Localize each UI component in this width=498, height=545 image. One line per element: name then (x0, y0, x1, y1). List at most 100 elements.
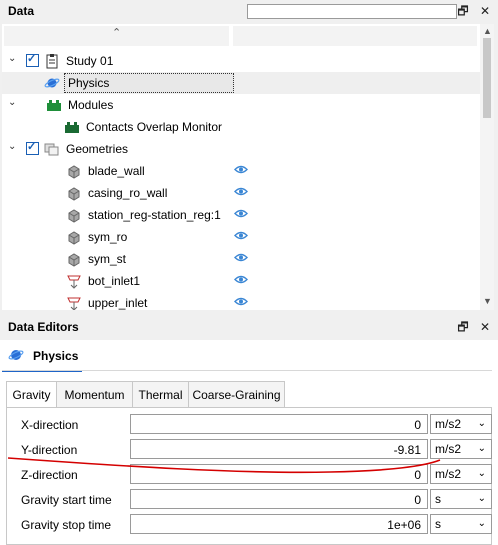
unit-value: s (435, 492, 441, 506)
visibility-checkbox[interactable] (26, 52, 39, 67)
tree-item-label: blade_wall (88, 164, 145, 178)
subtab-label: Coarse-Graining (192, 388, 281, 402)
tab-physics[interactable]: Physics (2, 340, 82, 372)
tab-divider (2, 370, 492, 371)
tree-item-label: bot_inlet1 (88, 274, 141, 288)
tree-column-header[interactable]: ⌃ (4, 26, 229, 46)
tree-scrollbar[interactable]: ▲ ▼ (480, 24, 494, 310)
gravity-stop-time-input[interactable]: 1e+06 (130, 514, 428, 534)
unit-value: m/s2 (435, 442, 462, 456)
field-label: Y-direction (21, 443, 78, 457)
chevron-down-icon: ⌄ (477, 418, 486, 429)
data-tree: ⌃ ⌄ Study 01 Physics ⌄ Modules Contacts Overl… (2, 24, 480, 310)
eye-visibility-icon[interactable] (234, 253, 248, 262)
stop-time-unit-select[interactable]: s ⌄ (430, 514, 492, 534)
tree-column-header-2[interactable] (233, 26, 477, 46)
tree-item-label: Contacts Overlap Monitor (86, 120, 223, 134)
restore-window-icon[interactable]: 🗗 (456, 320, 470, 334)
z-unit-select[interactable]: m/s2 ⌄ (430, 464, 492, 484)
tree-item-label: Geometries (66, 142, 129, 156)
subtab-coarse-graining[interactable]: Coarse-Graining (188, 381, 285, 408)
z-direction-input[interactable]: 0 (130, 464, 428, 484)
tree-item[interactable]: Physics (2, 72, 480, 94)
field-row-start-time: Gravity start time 0 s ⌄ (13, 489, 493, 511)
tree-item-label: sym_ro (88, 230, 128, 244)
scroll-up-icon[interactable]: ▲ (483, 26, 492, 36)
y-direction-input[interactable]: -9.81 (130, 439, 428, 459)
tree-item[interactable]: Contacts Overlap Monitor (2, 116, 480, 138)
unit-value: m/s2 (435, 417, 462, 431)
gravity-start-time-input[interactable]: 0 (130, 489, 428, 509)
tree-item-label: Physics (64, 73, 234, 93)
x-direction-input[interactable]: 0 (130, 414, 428, 434)
x-unit-select[interactable]: m/s2 ⌄ (430, 414, 492, 434)
data-panel-header: Data 🗗 ✕ (0, 0, 498, 22)
restore-window-icon[interactable]: 🗗 (456, 4, 470, 18)
tree-item[interactable]: upper_inlet (2, 292, 480, 310)
tree-item[interactable]: bot_inlet1 (2, 270, 480, 292)
geometry-mesh-icon (68, 231, 80, 245)
geometry-mesh-icon (68, 209, 80, 223)
chevron-down-icon: ⌄ (477, 518, 486, 529)
geometries-icon (44, 143, 59, 156)
eye-visibility-icon[interactable] (234, 187, 248, 196)
field-label: Gravity stop time (21, 518, 112, 532)
tree-item-label: upper_inlet (88, 296, 148, 310)
tree-item-label: Modules (68, 98, 114, 112)
tree-item-label: casing_ro_wall (88, 186, 168, 200)
physics-planet-icon (8, 350, 24, 360)
editor-panel-title: Data Editors (8, 320, 79, 334)
geometry-mesh-icon (68, 253, 80, 267)
eye-visibility-icon[interactable] (234, 231, 248, 240)
clipboard-icon (46, 54, 58, 69)
field-row-x: X-direction 0 m/s2 ⌄ (13, 414, 493, 436)
chevron-down-icon: ⌄ (477, 493, 486, 504)
tree-item[interactable]: sym_ro (2, 226, 480, 248)
subtab-label: Momentum (64, 388, 125, 402)
data-search-input[interactable] (247, 4, 457, 19)
unit-value: s (435, 517, 441, 531)
tree-item[interactable]: station_reg-station_reg:1 (2, 204, 480, 226)
sort-chevron-up-icon: ⌃ (112, 27, 122, 39)
tree-item[interactable]: ⌄ Modules (2, 94, 480, 116)
close-icon[interactable]: ✕ (478, 4, 492, 18)
tree-item-label: sym_st (88, 252, 127, 266)
tree-item[interactable]: ⌄ Geometries (2, 138, 480, 160)
eye-visibility-icon[interactable] (234, 297, 248, 306)
data-panel-title: Data (8, 4, 35, 18)
field-label: Gravity start time (21, 493, 112, 507)
tab-physics-label: Physics (33, 349, 79, 363)
tree-item-label: Study 01 (66, 54, 114, 68)
subtab-gravity[interactable]: Gravity (6, 381, 57, 409)
editor-panel-header: Data Editors 🗗 ✕ (0, 316, 498, 338)
inlet-icon (67, 297, 81, 310)
tree-item-label: station_reg-station_reg:1 (88, 208, 221, 222)
expand-chevron-icon[interactable]: ⌄ (8, 141, 16, 152)
expand-chevron-icon[interactable]: ⌄ (8, 53, 16, 64)
y-unit-select[interactable]: m/s2 ⌄ (430, 439, 492, 459)
close-icon[interactable]: ✕ (478, 320, 492, 334)
scroll-down-icon[interactable]: ▼ (483, 296, 492, 306)
chevron-down-icon: ⌄ (477, 468, 486, 479)
tree-item[interactable]: sym_st (2, 248, 480, 270)
eye-visibility-icon[interactable] (234, 275, 248, 284)
subtab-thermal[interactable]: Thermal (132, 381, 189, 408)
start-time-unit-select[interactable]: s ⌄ (430, 489, 492, 509)
field-label: Z-direction (21, 468, 78, 482)
gravity-form: X-direction 0 m/s2 ⌄ Y-direction -9.81 m/… (6, 407, 492, 545)
unit-value: m/s2 (435, 467, 462, 481)
field-label: X-direction (21, 418, 79, 432)
visibility-checkbox[interactable] (26, 140, 39, 155)
eye-visibility-icon[interactable] (234, 209, 248, 218)
field-row-stop-time: Gravity stop time 1e+06 s ⌄ (13, 514, 493, 536)
expand-chevron-icon[interactable]: ⌄ (8, 97, 16, 108)
field-row-y: Y-direction -9.81 m/s2 ⌄ (13, 439, 493, 461)
field-row-z: Z-direction 0 m/s2 ⌄ (13, 464, 493, 486)
scroll-thumb[interactable] (483, 38, 491, 118)
eye-visibility-icon[interactable] (234, 165, 248, 174)
tree-item[interactable]: casing_ro_wall (2, 182, 480, 204)
subtab-momentum[interactable]: Momentum (56, 381, 133, 408)
tree-item[interactable]: ⌄ Study 01 (2, 50, 480, 72)
modules-green-icon (47, 100, 61, 111)
tree-item[interactable]: blade_wall (2, 160, 480, 182)
